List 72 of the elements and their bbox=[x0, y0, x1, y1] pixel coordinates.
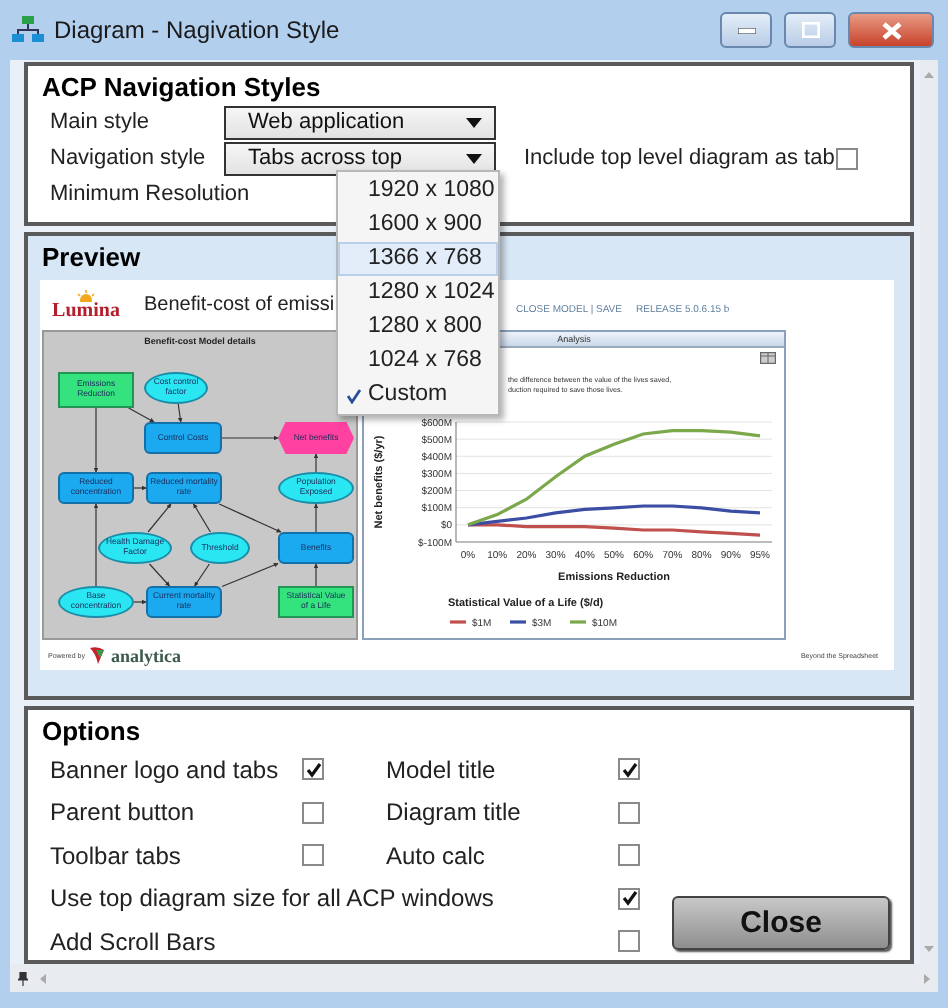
menu-item[interactable]: 1600 x 900 bbox=[338, 207, 498, 241]
arrow bbox=[313, 503, 319, 533]
arrow bbox=[313, 453, 319, 473]
checkbox[interactable] bbox=[302, 844, 324, 867]
arrow bbox=[148, 563, 171, 587]
leaf-icon bbox=[90, 646, 105, 664]
section-title: Options bbox=[42, 716, 141, 748]
checkbox[interactable] bbox=[302, 758, 324, 781]
checkbox[interactable] bbox=[618, 801, 640, 824]
caret-icon bbox=[466, 117, 482, 127]
pin-icon bbox=[18, 971, 28, 985]
arrow bbox=[221, 435, 279, 441]
minimize-button[interactable] bbox=[720, 12, 772, 48]
arrow bbox=[93, 407, 99, 473]
scroll-down-icon bbox=[924, 946, 934, 952]
menu-item[interactable]: 1366 x 768 bbox=[338, 241, 498, 275]
checkbox-label: Include top level diagram as tab bbox=[524, 144, 835, 172]
arrow bbox=[194, 563, 210, 587]
checkbox[interactable] bbox=[618, 758, 640, 781]
close-button[interactable] bbox=[848, 12, 934, 48]
model-heading: Benefit-cost of emissi bbox=[144, 294, 335, 316]
menu-item[interactable]: Custom bbox=[338, 377, 498, 411]
arrow bbox=[221, 562, 279, 588]
scroll-left-icon bbox=[40, 973, 46, 983]
menu-item[interactable]: 1920 x 1080 bbox=[338, 173, 498, 207]
app-icon bbox=[12, 16, 44, 44]
brand-text: analytica bbox=[110, 645, 181, 665]
horizontal-scrollbar[interactable] bbox=[10, 964, 938, 992]
checkbox[interactable] bbox=[302, 801, 324, 824]
option-label: Diagram title bbox=[386, 798, 523, 827]
checkbox[interactable] bbox=[618, 887, 640, 910]
scroll-right-icon bbox=[924, 973, 930, 983]
menu-item[interactable]: 1280 x 1024 bbox=[338, 275, 498, 309]
option-label: Use top diagram size for all ACP windows bbox=[50, 884, 496, 913]
field-label: Navigation style bbox=[50, 144, 206, 172]
menu-item[interactable]: 1024 x 768 bbox=[338, 343, 498, 377]
field-label: Minimum Resolution bbox=[50, 180, 250, 208]
close-dialog-button[interactable]: Close bbox=[672, 896, 890, 950]
arrow bbox=[313, 563, 319, 587]
maximize-button[interactable] bbox=[784, 12, 836, 48]
arrow bbox=[128, 407, 155, 423]
option-label: Model title bbox=[386, 755, 498, 784]
field-label: Main style bbox=[50, 108, 150, 136]
option-label: Add Scroll Bars bbox=[50, 927, 218, 956]
arrow bbox=[93, 503, 99, 587]
checkbox[interactable] bbox=[618, 844, 640, 867]
arrow bbox=[177, 403, 183, 423]
maximize-icon bbox=[801, 22, 819, 38]
arrow bbox=[133, 599, 147, 605]
scroll-up-icon bbox=[924, 72, 934, 78]
arrow bbox=[133, 485, 147, 491]
minimize-icon bbox=[737, 27, 755, 33]
sun-icon bbox=[76, 290, 96, 302]
checkbox[interactable] bbox=[836, 147, 858, 169]
option-label: Parent button bbox=[50, 798, 197, 827]
arrow bbox=[147, 503, 172, 533]
option-label: Toolbar tabs bbox=[50, 841, 183, 870]
table-icon[interactable] bbox=[760, 352, 776, 364]
dropdown[interactable]: Tabs across top bbox=[224, 141, 496, 175]
close-icon bbox=[881, 21, 901, 39]
arrow bbox=[218, 503, 282, 533]
dropdown[interactable]: Web application bbox=[224, 105, 496, 139]
section-title: Preview bbox=[42, 242, 141, 274]
logo-text: Lumina bbox=[52, 302, 120, 320]
option-label: Auto calc bbox=[386, 841, 487, 870]
vertical-scrollbar[interactable] bbox=[920, 60, 938, 964]
caret-icon bbox=[466, 153, 482, 163]
window-title: Diagram - Nagivation Style bbox=[54, 16, 342, 44]
section-title: ACP Navigation Styles bbox=[42, 72, 321, 104]
arrow bbox=[193, 503, 211, 533]
option-label: Banner logo and tabs bbox=[50, 755, 281, 784]
checkbox[interactable] bbox=[618, 930, 640, 953]
